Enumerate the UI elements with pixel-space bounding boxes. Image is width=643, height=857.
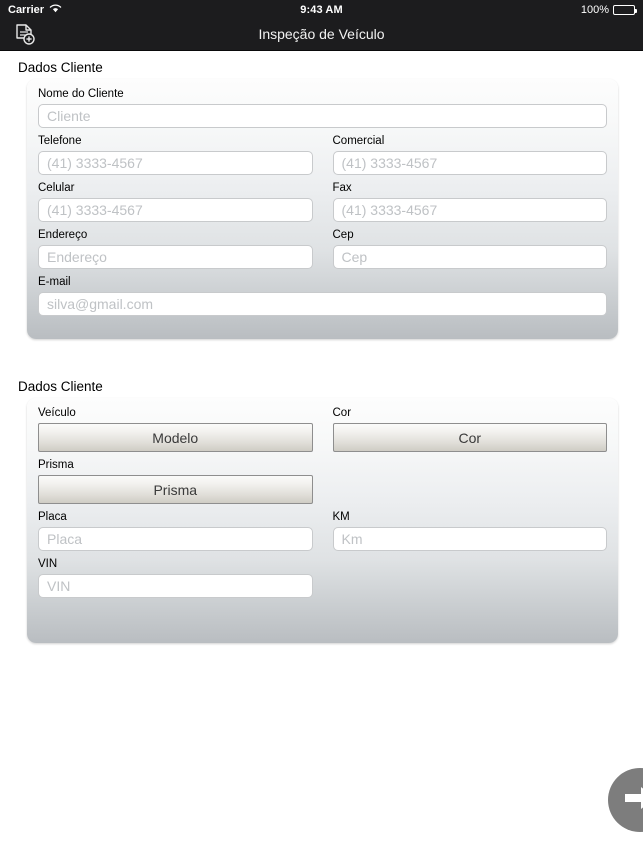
fax-input[interactable]: (41) 3333-4567 — [332, 198, 607, 222]
vin-input[interactable]: VIN — [38, 574, 313, 598]
field-row: Placa Placa KM Km — [38, 511, 607, 558]
field-vehicle-color: Cor Cor — [332, 407, 607, 459]
phone-input[interactable]: (41) 3333-4567 — [38, 151, 313, 175]
mobile-phone-input[interactable]: (41) 3333-4567 — [38, 198, 313, 222]
field-vehicle-model: Veículo Modelo — [38, 407, 313, 459]
field-mobile-phone: Celular (41) 3333-4567 — [38, 182, 313, 229]
field-row: VIN VIN — [38, 558, 607, 605]
field-email: E-mail silva@gmail.com — [38, 276, 607, 323]
field-label: VIN — [38, 558, 58, 570]
field-label: Placa — [38, 511, 67, 523]
field-label: Endereço — [38, 229, 88, 241]
address-input[interactable]: Endereço — [38, 245, 313, 269]
status-bar-time: 9:43 AM — [300, 3, 343, 16]
vehicle-color-button[interactable]: Cor — [332, 423, 607, 452]
card-vehicle-data: Veículo Modelo Cor Cor Prisma Prisma Pla… — [27, 398, 618, 643]
field-label: Telefone — [38, 135, 82, 147]
empty-slot — [333, 558, 608, 605]
field-label: E-mail — [38, 276, 71, 288]
status-bar-right: 100% — [580, 3, 637, 16]
field-label: Veículo — [38, 407, 76, 419]
field-row: Prisma Prisma — [38, 459, 607, 511]
field-vehicle-prisma: Prisma Prisma — [38, 459, 313, 511]
status-bar: Carrier 9:43 AM 100% — [0, 0, 643, 19]
section-title-client: Dados Cliente — [18, 60, 103, 75]
field-label: KM — [332, 511, 350, 523]
field-vin: VIN VIN — [38, 558, 313, 605]
status-bar-left: Carrier — [8, 3, 62, 16]
field-row: Veículo Modelo Cor Cor — [38, 407, 607, 459]
field-label: Cep — [332, 229, 354, 241]
field-label: Celular — [38, 182, 75, 194]
field-row: Celular (41) 3333-4567 Fax (41) 3333-456… — [38, 182, 607, 229]
field-label: Cor — [332, 407, 352, 419]
field-client-name: Nome do Cliente Cliente — [38, 88, 607, 135]
form-content: Dados Cliente Nome do Cliente Cliente Te… — [0, 52, 643, 857]
empty-slot — [333, 459, 608, 511]
field-commercial-phone: Comercial (41) 3333-4567 — [332, 135, 607, 182]
carrier-label: Carrier — [8, 3, 45, 16]
page-title: Inspeção de Veículo — [258, 26, 385, 42]
battery-full-icon — [613, 4, 637, 15]
card-client-data: Nome do Cliente Cliente Telefone (41) 33… — [27, 79, 618, 339]
vehicle-model-button[interactable]: Modelo — [38, 423, 313, 452]
arrow-right-icon — [623, 783, 643, 818]
email-input[interactable]: silva@gmail.com — [38, 292, 607, 316]
commercial-phone-input[interactable]: (41) 3333-4567 — [332, 151, 607, 175]
section-title-vehicle: Dados Cliente — [18, 379, 103, 394]
field-license-plate: Placa Placa — [38, 511, 313, 558]
field-label: Prisma — [38, 459, 74, 471]
postal-code-input[interactable]: Cep — [332, 245, 607, 269]
field-label: Fax — [332, 182, 352, 194]
field-label: Nome do Cliente — [38, 88, 124, 100]
field-row: Endereço Endereço Cep Cep — [38, 229, 607, 276]
field-row: Nome do Cliente Cliente — [38, 88, 607, 135]
field-address: Endereço Endereço — [38, 229, 313, 276]
field-row: E-mail silva@gmail.com — [38, 276, 607, 323]
license-plate-input[interactable]: Placa — [38, 527, 313, 551]
field-phone: Telefone (41) 3333-4567 — [38, 135, 313, 182]
field-odometer: KM Km — [332, 511, 607, 558]
nav-bar: Inspeção de Veículo — [0, 19, 643, 51]
battery-percent-label: 100% — [580, 3, 609, 16]
field-postal-code: Cep Cep — [332, 229, 607, 276]
odometer-input[interactable]: Km — [332, 527, 607, 551]
field-fax: Fax (41) 3333-4567 — [332, 182, 607, 229]
wifi-icon — [49, 3, 62, 16]
vehicle-prisma-button[interactable]: Prisma — [38, 475, 313, 504]
client-name-input[interactable]: Cliente — [38, 104, 607, 128]
field-row: Telefone (41) 3333-4567 Comercial (41) 3… — [38, 135, 607, 182]
field-label: Comercial — [332, 135, 385, 147]
